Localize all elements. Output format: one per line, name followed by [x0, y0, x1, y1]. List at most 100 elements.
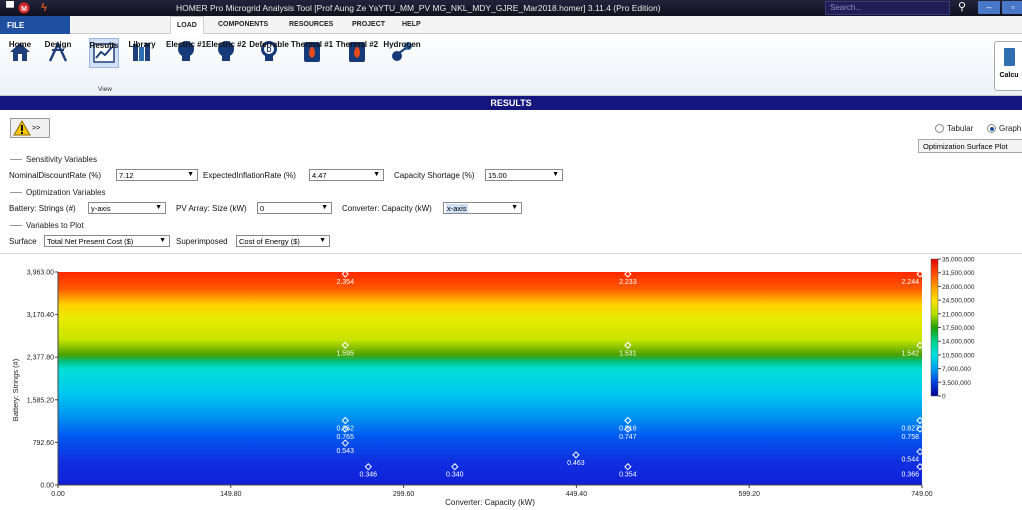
discount-rate-label: NominalDiscountRate (%)	[9, 171, 102, 180]
home-button[interactable]: Home	[8, 38, 32, 66]
coe-point-label: 0.346	[360, 472, 378, 479]
radio-dot	[935, 124, 944, 133]
search-input[interactable]: Search...	[825, 1, 950, 15]
title-bar: ▀ M ϟ HOMER Pro Microgrid Analysis Tool …	[0, 0, 1022, 16]
coe-point-label: 1.531	[619, 350, 637, 357]
y-axis-label: Battery: Strings (#)	[11, 358, 20, 421]
tabular-radio[interactable]: Tabular	[935, 124, 973, 133]
colorbar-tick-label: 14,000,000	[942, 339, 975, 346]
pv-array-select[interactable]: 0 ▼	[257, 202, 332, 214]
chevron-down-icon: ▼	[319, 237, 326, 244]
calculate-button[interactable]: Calcu	[994, 41, 1022, 91]
thermal-2-button[interactable]: Thermal #2	[336, 38, 378, 66]
y-tick-label: 3,963.00	[27, 270, 54, 277]
x-tick-label: 0.00	[51, 491, 65, 498]
chevron-down-icon: ▼	[552, 171, 559, 178]
y-tick-label: 1,585.20	[27, 397, 54, 404]
electric-2-button[interactable]: Electric #2	[206, 38, 246, 66]
optimization-group-title: Optimization Variables	[10, 188, 105, 197]
coe-point-label: 0.747	[619, 434, 637, 441]
colorbar-tick-label: 10,500,000	[942, 352, 975, 359]
coe-point-label: 0.543	[336, 448, 354, 455]
tab-resources[interactable]: RESOURCES	[289, 21, 333, 28]
discount-rate-select[interactable]: 7.12 ▼	[116, 169, 198, 181]
radio-dot	[987, 124, 996, 133]
capacity-shortage-select[interactable]: 15.00 ▼	[485, 169, 563, 181]
hydrogen-button[interactable]: Hydrogen	[383, 38, 421, 66]
surface-select[interactable]: Total Net Present Cost ($) ▼	[44, 235, 170, 247]
coe-point-label: 2.244	[901, 279, 919, 286]
colorbar-tick-label: 24,500,000	[942, 298, 975, 305]
tab-load[interactable]: LOAD	[170, 16, 204, 35]
coe-point-label: 1.542	[901, 350, 919, 357]
plot-svg: 0.00 149.80 299.60 449.40 599.20 749.00 0.00 79…	[11, 257, 975, 508]
ribbon-tab-strip: FILE LOAD COMPONENTS RESOURCES PROJECT H…	[0, 16, 1022, 35]
colorbar-tick-label: 3,500,000	[942, 380, 971, 387]
chevron-down-icon: ▼	[321, 204, 328, 211]
tab-project[interactable]: PROJECT	[352, 21, 385, 28]
chevron-down-icon: ▼	[187, 171, 194, 178]
homer-logo-icon: M	[16, 1, 32, 14]
design-button[interactable]: Design	[45, 38, 71, 66]
results-button[interactable]: Results	[89, 38, 119, 68]
x-tick-label: 599.20	[738, 491, 760, 498]
thermal-1-button[interactable]: Thermal #1	[291, 38, 333, 66]
electric-1-button[interactable]: Electric #1	[166, 38, 206, 66]
colorbar-tick-label: 28,000,000	[942, 284, 975, 291]
maximize-button[interactable]: ▫	[1002, 1, 1022, 14]
converter-capacity-select[interactable]: x-axis ▼	[443, 202, 522, 214]
inflation-rate-label: ExpectedInflationRate (%)	[203, 171, 296, 180]
coe-point-label: 1.595	[336, 350, 354, 357]
deferrable-button[interactable]: D Deferrable	[249, 38, 289, 66]
surface-label: Surface	[9, 237, 37, 246]
coe-point-label: 0.758	[901, 434, 919, 441]
colorbar-tick-label: 21,000,000	[942, 311, 975, 318]
colorbar-tick-label: 0	[942, 394, 946, 401]
y-tick-label: 792.60	[33, 440, 55, 447]
converter-capacity-label: Converter: Capacity (kW)	[342, 204, 432, 213]
coe-point-label: 0.463	[567, 460, 585, 467]
coe-point-label: 0.366	[901, 472, 919, 479]
chevron-down-icon: ▼	[159, 237, 166, 244]
colorbar-tick-label: 35,000,000	[942, 257, 975, 264]
coe-point-label: 2.233	[619, 279, 637, 286]
colorbar	[930, 258, 939, 397]
ribbon: Home Design Results Library View Electri…	[0, 34, 1022, 96]
results-header: RESULTS	[0, 96, 1022, 110]
minimize-button[interactable]: –	[978, 1, 1000, 14]
warnings-button[interactable]: >>	[10, 118, 50, 138]
x-tick-label: 149.80	[220, 491, 242, 498]
inflation-rate-select[interactable]: 4.47 ▼	[309, 169, 384, 181]
chevron-down-icon: ▼	[373, 171, 380, 178]
chevron-down-icon: ▼	[155, 204, 162, 211]
y-tick-label: 3,170.40	[27, 312, 54, 319]
tab-help[interactable]: HELP	[402, 21, 421, 28]
y-tick-label: 2,377.80	[27, 355, 54, 362]
window-title: HOMER Pro Microgrid Analysis Tool [Prof …	[176, 3, 661, 13]
coe-point-label: 0.340	[446, 472, 464, 479]
superimposed-label: Superimposed	[176, 237, 228, 246]
pv-array-label: PV Array: Size (kW)	[176, 204, 247, 213]
superimposed-select[interactable]: Cost of Energy ($) ▼	[236, 235, 330, 247]
search-icon[interactable]: ⚲	[958, 0, 966, 13]
library-button[interactable]: Library	[128, 38, 156, 66]
divider	[0, 253, 1022, 254]
tab-file[interactable]: FILE	[0, 16, 70, 34]
x-tick-label: 299.60	[393, 491, 415, 498]
chevron-down-icon: ▼	[511, 204, 518, 211]
plot-type-button[interactable]: Optimization Surface Plot	[918, 139, 1022, 153]
graph-radio[interactable]: Graph	[987, 124, 1021, 133]
surface-fill	[58, 272, 922, 485]
battery-strings-select[interactable]: y-axis ▼	[88, 202, 166, 214]
tab-components[interactable]: COMPONENTS	[218, 21, 268, 28]
svg-text:M: M	[21, 6, 27, 13]
quick-access-icon[interactable]: ϟ	[36, 1, 52, 14]
plot-vars-group-title: Variables to Plot	[10, 221, 84, 230]
view-group-label: View	[98, 86, 112, 93]
coe-point-label: 0.354	[619, 472, 637, 479]
colorbar-tick-label: 7,000,000	[942, 366, 971, 373]
calculator-icon	[1004, 48, 1015, 66]
colorbar-tick-label: 31,500,000	[942, 270, 975, 277]
x-axis-label: Converter: Capacity (kW)	[445, 498, 535, 507]
x-tick-label: 449.40	[566, 491, 588, 498]
